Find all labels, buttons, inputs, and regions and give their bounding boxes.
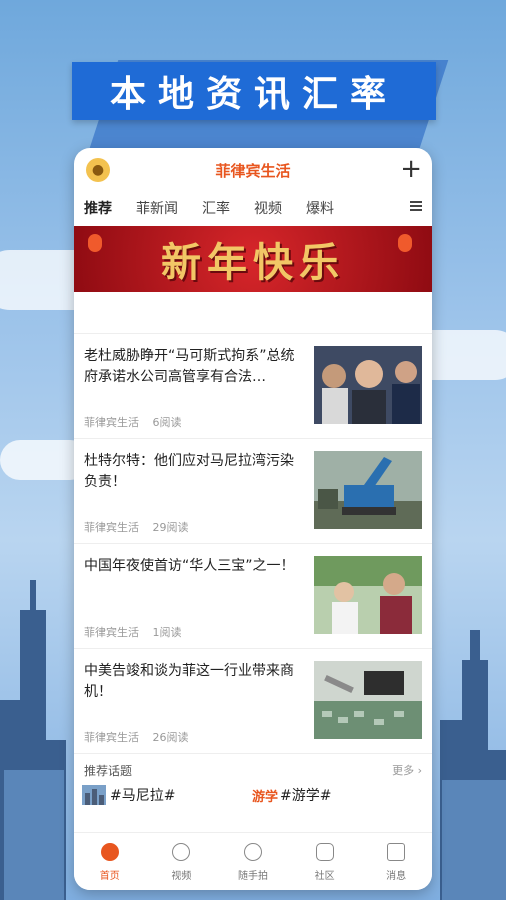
news-meta: 菲律宾生活 29阅读 <box>84 519 199 535</box>
news-source: 菲律宾生活 <box>84 626 139 639</box>
news-text: 杜特尔特：他们应对马尼拉湾污染负责！ 菲律宾生活 29阅读 <box>84 451 302 543</box>
add-icon[interactable]: + <box>400 154 422 184</box>
more-label: 更多 <box>392 764 415 777</box>
divider <box>74 292 432 334</box>
news-thumbnail[interactable] <box>314 451 422 529</box>
nav-label: 随手拍 <box>237 871 268 882</box>
news-title: 中美告竣和谈为菲这一行业带来商机！ <box>84 663 294 700</box>
news-source: 菲律宾生活 <box>84 521 139 534</box>
news-reads: 6阅读 <box>152 416 182 429</box>
news-title: 杜特尔特：他们应对马尼拉湾污染负责！ <box>84 453 294 490</box>
topic-badge: 游学 <box>252 789 279 805</box>
tab-exchange-rate[interactable]: 汇率 <box>202 198 230 218</box>
nav-home[interactable]: 首页 <box>74 833 146 890</box>
news-text: 中国年夜使首访“华人三宝”之一！ 菲律宾生活 1阅读 <box>84 556 302 648</box>
tab-video[interactable]: 视频 <box>254 198 282 218</box>
more-link[interactable]: 更多 › <box>392 762 422 779</box>
topic-label: #游学# <box>280 788 332 804</box>
news-meta: 菲律宾生活 26阅读 <box>84 729 199 745</box>
manila-thumb-icon <box>82 785 106 805</box>
nav-label: 社区 <box>314 871 335 882</box>
chat-icon <box>315 843 334 861</box>
topics-header: 推荐话题 更多 › <box>74 754 432 779</box>
news-item[interactable]: 老杜威胁睁开“马可斯式拘系”总统府承诺水公司高管享有合法… 菲律宾生活 6阅读 <box>74 334 432 439</box>
news-thumbnail[interactable] <box>314 556 422 634</box>
news-thumbnail[interactable] <box>314 346 422 424</box>
bottom-navigation: 首页 视频 随手拍 社区 消息 <box>74 832 432 890</box>
news-title: 中国年夜使首访“华人三宝”之一！ <box>84 558 295 574</box>
nav-label: 消息 <box>386 871 407 882</box>
news-source: 菲律宾生活 <box>84 731 139 744</box>
category-tabs: 推荐 菲新闻 汇率 视频 爆料 <box>74 192 432 224</box>
nav-messages[interactable]: 消息 <box>360 833 432 890</box>
app-title: 菲律宾生活 <box>215 161 291 180</box>
news-thumbnail[interactable] <box>314 661 422 739</box>
app-header: ● 菲律宾生活 + <box>74 148 432 192</box>
tab-tips[interactable]: 爆料 <box>306 198 334 218</box>
topics-title: 推荐话题 <box>84 764 133 778</box>
news-meta: 菲律宾生活 1阅读 <box>84 624 192 640</box>
hero-banner[interactable]: 新年快乐 <box>74 226 432 292</box>
news-meta: 菲律宾生活 6阅读 <box>84 414 192 430</box>
lantern-icon <box>88 234 102 252</box>
topics-list: #马尼拉# 游学 #游学# <box>74 779 432 805</box>
nav-video[interactable]: 视频 <box>146 833 218 890</box>
nav-label: 视频 <box>171 871 192 882</box>
topic-label: #马尼拉# <box>110 788 176 804</box>
news-reads: 26阅读 <box>152 731 189 744</box>
news-reads: 1阅读 <box>152 626 182 639</box>
lantern-icon <box>398 234 412 252</box>
home-icon <box>100 843 119 861</box>
news-text: 中美告竣和谈为菲这一行业带来商机！ 菲律宾生活 26阅读 <box>84 661 302 753</box>
news-item[interactable]: 中国年夜使首访“华人三宝”之一！ 菲律宾生活 1阅读 <box>74 544 432 649</box>
nav-snapshot[interactable]: 随手拍 <box>217 833 289 890</box>
news-item[interactable]: 杜特尔特：他们应对马尼拉湾污染负责！ 菲律宾生活 29阅读 <box>74 439 432 544</box>
news-reads: 29阅读 <box>152 521 189 534</box>
camera-icon <box>243 843 262 861</box>
tab-recommend[interactable]: 推荐 <box>84 198 112 218</box>
topic-item[interactable]: 游学 #游学# <box>252 785 422 805</box>
news-item[interactable]: 中美告竣和谈为菲这一行业带来商机！ 菲律宾生活 26阅读 <box>74 649 432 754</box>
tab-ph-news[interactable]: 菲新闻 <box>136 198 178 218</box>
promo-title: 本地资讯汇率 <box>72 62 436 120</box>
hero-banner-text: 新年快乐 <box>161 239 345 286</box>
news-title: 老杜威胁睁开“马可斯式拘系”总统府承诺水公司高管享有合法… <box>84 348 295 385</box>
video-icon <box>172 843 191 861</box>
mail-icon <box>387 843 406 861</box>
phone-screen: ● 菲律宾生活 + 推荐 菲新闻 汇率 视频 爆料 新年快乐 老杜威胁睁开“马可… <box>74 148 432 890</box>
news-source: 菲律宾生活 <box>84 416 139 429</box>
menu-icon[interactable] <box>410 201 422 211</box>
news-text: 老杜威胁睁开“马可斯式拘系”总统府承诺水公司高管享有合法… 菲律宾生活 6阅读 <box>84 346 302 438</box>
app-logo-icon: ● <box>86 158 110 182</box>
topic-item[interactable]: #马尼拉# <box>82 785 252 805</box>
nav-community[interactable]: 社区 <box>289 833 361 890</box>
nav-label: 首页 <box>99 871 120 882</box>
